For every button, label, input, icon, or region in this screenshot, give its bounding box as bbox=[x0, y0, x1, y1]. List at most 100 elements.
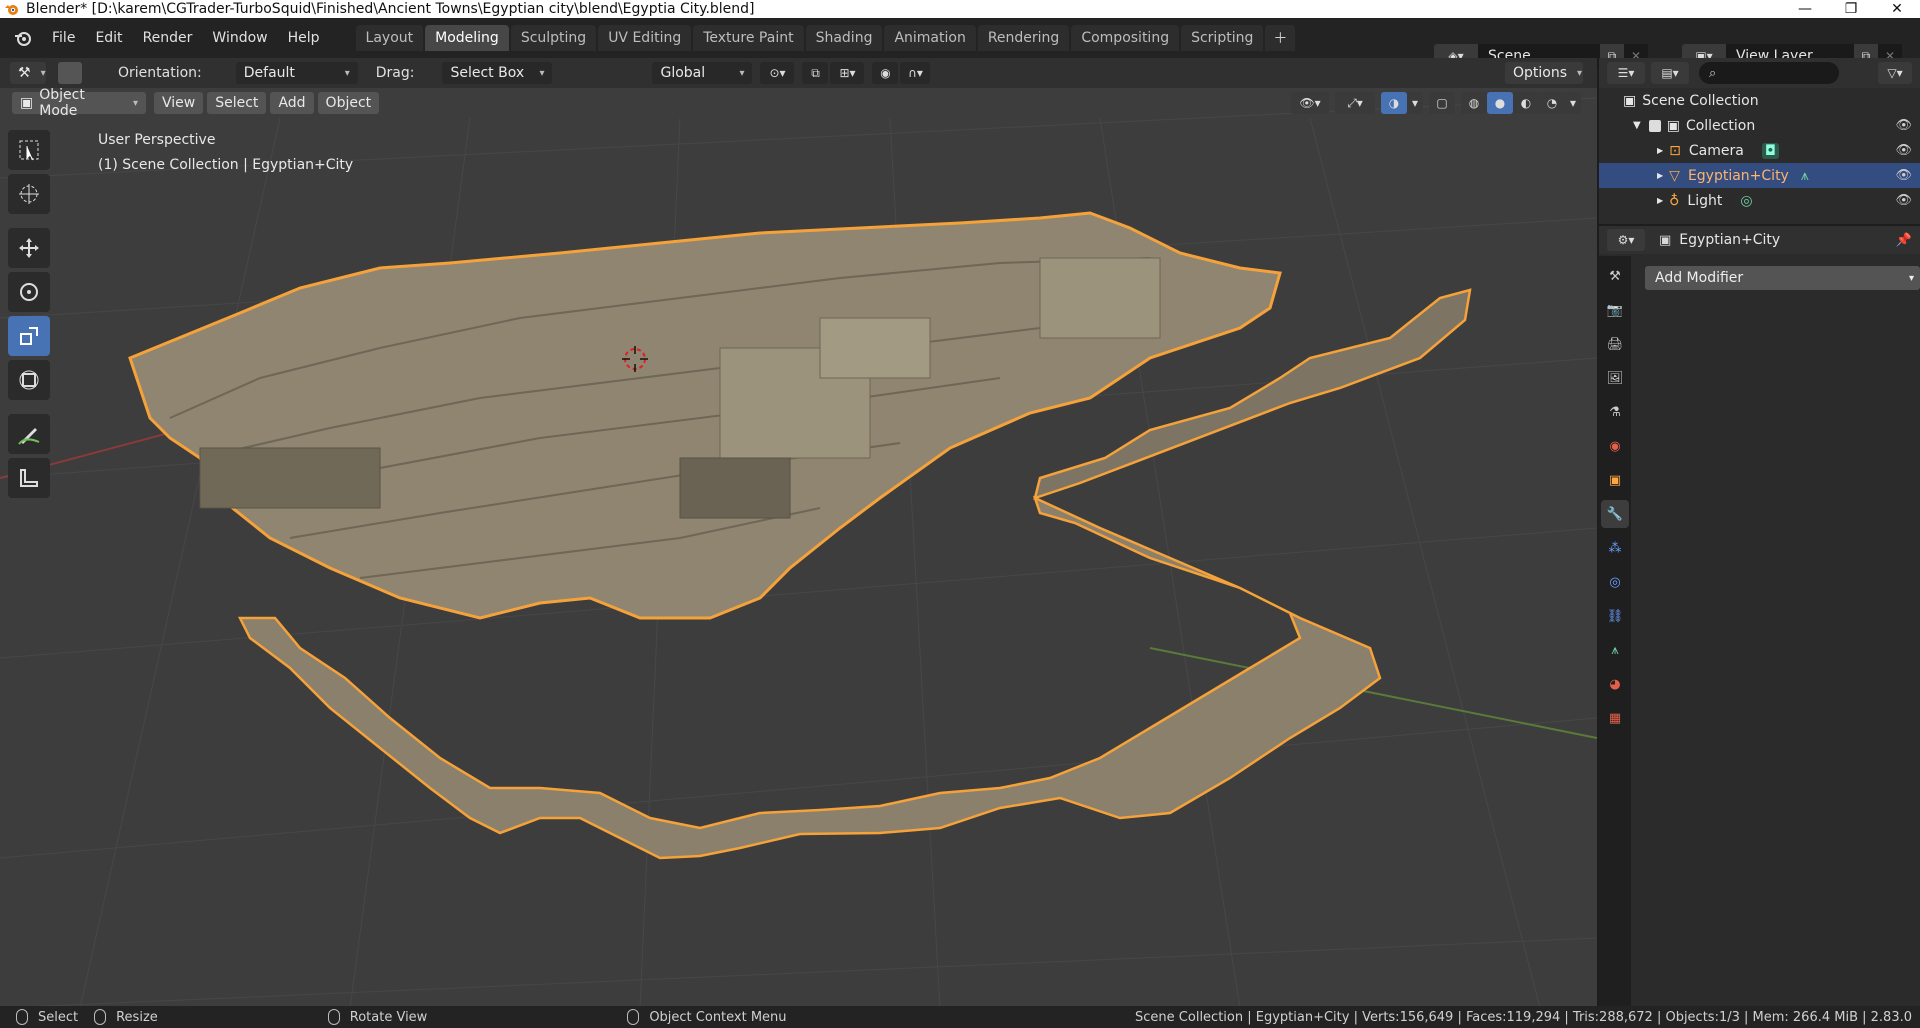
move-tool-icon[interactable] bbox=[8, 228, 50, 268]
tab-rendering[interactable]: Rendering bbox=[977, 25, 1070, 51]
menu-edit[interactable]: Edit bbox=[85, 30, 132, 46]
snap-target-icon[interactable]: ⊞▾ bbox=[830, 62, 865, 84]
shading-dropdown-icon[interactable]: ▾ bbox=[1565, 92, 1581, 114]
annotate-tool-icon[interactable] bbox=[8, 414, 50, 454]
snap-icon[interactable]: ⧉ bbox=[802, 62, 829, 84]
viewport-scene[interactable] bbox=[0, 58, 1597, 1008]
3d-viewport[interactable]: ⚒ ▾ Orientation: Default ▾ Drag: Select Bo… bbox=[0, 58, 1597, 1008]
mode-dropdown[interactable]: ▣ Object Mode ▾ bbox=[12, 87, 146, 119]
light-data-icon[interactable]: ◎ bbox=[1740, 193, 1752, 209]
viewport-info: User Perspective (1) Scene Collection | … bbox=[98, 128, 353, 178]
mesh-data-icon[interactable]: ⩚ bbox=[1801, 168, 1809, 184]
visibility-eye-icon[interactable]: 👁 bbox=[1895, 143, 1912, 158]
outliner-row-light[interactable]: ▶ ♁ Light ◎ 👁 bbox=[1599, 188, 1920, 213]
visibility-eye-icon[interactable]: 👁 bbox=[1895, 118, 1912, 133]
tool-settings-header: ⚒ ▾ Orientation: Default ▾ Drag: Select Bo… bbox=[0, 58, 1597, 88]
menu-window[interactable]: Window bbox=[202, 30, 277, 46]
rotate-tool-icon[interactable] bbox=[8, 272, 50, 312]
city-main-block[interactable] bbox=[128, 211, 1282, 620]
tab-animation[interactable]: Animation bbox=[884, 25, 976, 51]
texture-properties-icon[interactable]: ▦ bbox=[1601, 704, 1629, 732]
gizmo-icon[interactable]: ⤢▾ bbox=[1335, 92, 1375, 114]
particles-properties-icon[interactable]: ⁂ bbox=[1601, 534, 1629, 562]
add-modifier-button[interactable]: Add Modifier ▾ bbox=[1645, 266, 1920, 290]
menu-file[interactable]: File bbox=[42, 30, 85, 46]
outliner-row-egyptian-city[interactable]: ▶ ▽ Egyptian+City ⩚ 👁 bbox=[1599, 163, 1920, 188]
wireframe-shading-icon[interactable]: ◍ bbox=[1461, 92, 1487, 114]
menu-help[interactable]: Help bbox=[278, 30, 330, 46]
tab-scripting[interactable]: Scripting bbox=[1181, 25, 1264, 51]
active-tool-icon[interactable] bbox=[58, 62, 82, 84]
filter-icon[interactable]: ▽▾ bbox=[1878, 62, 1912, 84]
tab-compositing[interactable]: Compositing bbox=[1071, 25, 1180, 51]
material-shading-icon[interactable]: ◐ bbox=[1513, 92, 1539, 114]
menu-render[interactable]: Render bbox=[133, 30, 203, 46]
overlays-dropdown-icon[interactable]: ▾ bbox=[1407, 92, 1423, 114]
collapse-icon[interactable]: ▼ bbox=[1633, 120, 1641, 131]
outliner-row-camera[interactable]: ▶ ⊡ Camera ◘ 👁 bbox=[1599, 138, 1920, 163]
menu-view[interactable]: View bbox=[154, 92, 204, 114]
constraints-properties-icon[interactable]: ⛓ bbox=[1601, 602, 1629, 630]
restore-icon[interactable]: ❐ bbox=[1828, 0, 1874, 18]
object-properties-icon[interactable]: ▣ bbox=[1601, 466, 1629, 494]
outliner-row-scene-collection[interactable]: ▣ Scene Collection bbox=[1599, 88, 1920, 113]
transform-orientation-dropdown[interactable]: Global ▾ bbox=[652, 62, 753, 84]
add-workspace-button[interactable]: ＋ bbox=[1265, 25, 1296, 51]
physics-properties-icon[interactable]: ◎ bbox=[1601, 568, 1629, 596]
modifier-properties-icon[interactable]: 🔧 bbox=[1601, 500, 1629, 528]
output-properties-icon[interactable]: 🖨 bbox=[1601, 330, 1629, 358]
menu-add[interactable]: Add bbox=[270, 92, 314, 114]
visibility-eye-icon[interactable]: 👁 bbox=[1895, 193, 1912, 208]
tab-uv-editing[interactable]: UV Editing bbox=[598, 25, 692, 51]
properties-editor-type-icon[interactable]: ⚙▾ bbox=[1607, 229, 1645, 251]
visibility-icon[interactable]: 👁▾ bbox=[1291, 92, 1329, 114]
options-dropdown[interactable]: Options ▾ bbox=[1505, 62, 1583, 84]
orientation-dropdown[interactable]: Default ▾ bbox=[235, 62, 358, 84]
mouse-middle-icon bbox=[327, 1009, 340, 1025]
close-icon[interactable]: ✕ bbox=[1874, 0, 1920, 18]
status-rotate-label: Rotate View bbox=[349, 1009, 428, 1025]
tool-settings-icon[interactable]: ⚒ ▾ bbox=[10, 62, 46, 84]
transform-tool-icon[interactable] bbox=[8, 360, 50, 400]
blender-menu-icon[interactable] bbox=[12, 27, 34, 49]
expand-icon[interactable]: ▶ bbox=[1657, 146, 1663, 155]
drag-dropdown[interactable]: Select Box ▾ bbox=[442, 62, 553, 84]
solid-shading-icon[interactable]: ● bbox=[1487, 92, 1513, 114]
overlays-icon[interactable]: ◑ bbox=[1381, 92, 1407, 114]
xray-icon[interactable]: ▢ bbox=[1429, 92, 1455, 114]
camera-data-icon[interactable]: ◘ bbox=[1761, 142, 1779, 159]
rendered-shading-icon[interactable]: ◔ bbox=[1539, 92, 1565, 114]
tab-modeling[interactable]: Modeling bbox=[425, 25, 509, 51]
outliner-search-input[interactable]: ⌕ bbox=[1699, 62, 1839, 84]
minimize-icon[interactable]: — bbox=[1782, 0, 1828, 18]
object-icon: ▣ bbox=[1659, 232, 1672, 248]
pin-icon[interactable]: 📌 bbox=[1896, 233, 1912, 248]
tab-shading[interactable]: Shading bbox=[805, 25, 883, 51]
display-mode-icon[interactable]: ▤▾ bbox=[1651, 62, 1689, 84]
expand-icon[interactable]: ▶ bbox=[1657, 171, 1663, 180]
render-properties-icon[interactable]: 📷 bbox=[1601, 296, 1629, 324]
falloff-icon[interactable]: ∩▾ bbox=[900, 62, 931, 84]
select-box-tool-icon[interactable] bbox=[8, 130, 50, 170]
pivot-point-icon[interactable]: ⊙▾ bbox=[760, 62, 795, 84]
measure-tool-icon[interactable] bbox=[8, 458, 50, 498]
data-properties-icon[interactable]: ⩚ bbox=[1601, 636, 1629, 664]
material-properties-icon[interactable]: ◕ bbox=[1601, 670, 1629, 698]
view-layer-properties-icon[interactable]: 🖼 bbox=[1601, 364, 1629, 392]
expand-icon[interactable]: ▶ bbox=[1657, 196, 1663, 205]
menu-object[interactable]: Object bbox=[317, 92, 380, 114]
menu-select[interactable]: Select bbox=[207, 92, 267, 114]
cursor-tool-icon[interactable] bbox=[8, 174, 50, 214]
tab-sculpting[interactable]: Sculpting bbox=[510, 25, 597, 51]
tool-properties-icon[interactable]: ⚒ bbox=[1601, 262, 1629, 290]
world-properties-icon[interactable]: ◉ bbox=[1601, 432, 1629, 460]
visibility-eye-icon[interactable]: 👁 bbox=[1895, 168, 1912, 183]
scale-tool-icon[interactable] bbox=[8, 316, 50, 356]
scene-properties-icon[interactable]: ⚗ bbox=[1601, 398, 1629, 426]
proportional-editing-icon[interactable]: ◉ bbox=[872, 62, 899, 84]
tab-texture-paint[interactable]: Texture Paint bbox=[693, 25, 804, 51]
outliner-row-collection[interactable]: ▼ ▣ Collection 👁 bbox=[1599, 113, 1920, 138]
collection-checkbox[interactable] bbox=[1648, 119, 1661, 132]
tab-layout[interactable]: Layout bbox=[355, 25, 424, 51]
outliner-editor-type-icon[interactable]: ☰▾ bbox=[1607, 62, 1645, 84]
